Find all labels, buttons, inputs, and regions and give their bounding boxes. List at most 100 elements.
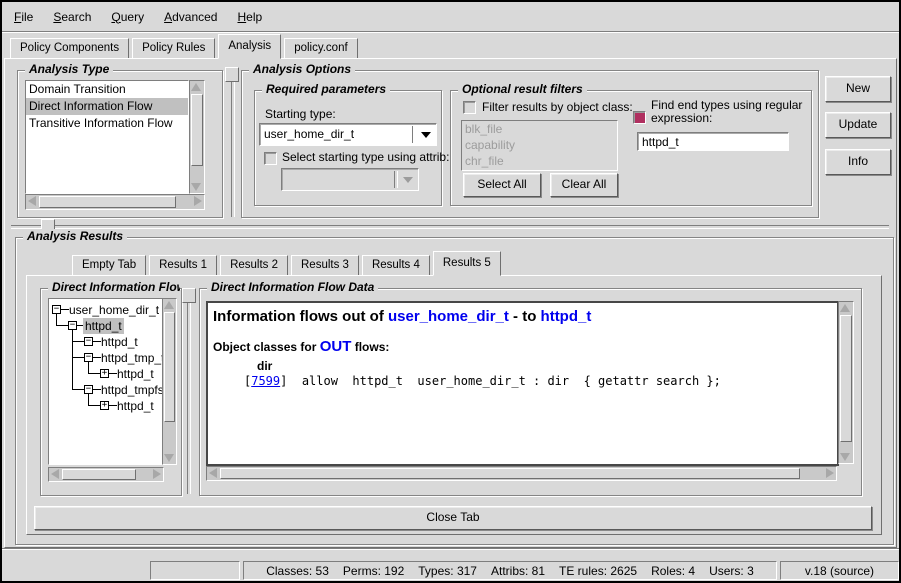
status-stats-box: Classes: 53 Perms: 192 Types: 317 Attrib… — [243, 561, 777, 580]
analysis-type-item[interactable]: Domain Transition — [26, 81, 188, 98]
flow-tree-title: Direct Information Flow Tree — [48, 280, 180, 294]
scroll-left-icon[interactable] — [207, 467, 219, 479]
menu-file[interactable]: File — [14, 10, 33, 24]
scroll-left-icon[interactable] — [26, 195, 38, 207]
flow-data-title: Direct Information Flow Data — [207, 280, 378, 294]
info-button[interactable]: Info — [825, 149, 891, 175]
scroll-left-icon[interactable] — [49, 468, 61, 480]
analysis-type-item-selected[interactable]: Direct Information Flow — [26, 98, 188, 115]
scrollbar-thumb[interactable] — [220, 468, 800, 479]
tab-results-1[interactable]: Results 1 — [149, 255, 217, 276]
flow-data-group: Direct Information Flow Data Information… — [199, 288, 862, 496]
scroll-down-icon[interactable] — [163, 452, 175, 464]
tree-node-label[interactable]: httpd_t — [115, 398, 156, 414]
menu-help[interactable]: Help — [237, 10, 262, 24]
scrollbar-thumb[interactable] — [164, 312, 175, 422]
analysis-type-hscrollbar[interactable] — [25, 194, 205, 210]
required-parameters-title: Required parameters — [262, 82, 390, 96]
pane-sash-handle[interactable] — [182, 288, 196, 303]
object-class-name: dir — [257, 359, 837, 373]
update-button[interactable]: Update — [825, 112, 891, 138]
scroll-right-icon[interactable] — [824, 467, 836, 479]
status-bar: Classes: 53 Perms: 192 Types: 317 Attrib… — [2, 548, 899, 581]
tab-policy-components[interactable]: Policy Components — [10, 38, 129, 59]
regex-checkbox[interactable] — [633, 111, 646, 124]
object-class-item: capability — [462, 137, 617, 153]
scroll-right-icon[interactable] — [192, 195, 204, 207]
main-tab-bar: Policy Components Policy Rules Analysis … — [10, 35, 361, 59]
filter-object-class-checkbox[interactable] — [463, 101, 476, 114]
tab-results-5[interactable]: Results 5 — [433, 251, 501, 276]
stat-te-rules: TE rules: 2625 — [559, 564, 637, 578]
pane-sash-handle[interactable] — [225, 67, 239, 82]
pane-sash-line — [231, 67, 235, 217]
tab-policy-rules[interactable]: Policy Rules — [132, 38, 215, 59]
menu-advanced[interactable]: Advanced — [164, 10, 217, 24]
optional-result-filters-group: Optional result filters Filter results b… — [450, 90, 812, 206]
close-tab-button[interactable]: Close Tab — [34, 506, 872, 530]
tree-expander-icon[interactable]: − — [52, 305, 61, 314]
chevron-down-icon — [403, 177, 413, 183]
data-hscrollbar[interactable] — [206, 466, 837, 481]
menu-query[interactable]: Query — [111, 10, 144, 24]
attrib-checkbox[interactable] — [264, 152, 277, 165]
tree-vscrollbar[interactable] — [162, 298, 177, 465]
tree-expander-icon[interactable]: − — [84, 353, 93, 362]
data-vscrollbar[interactable] — [838, 301, 854, 464]
starting-type-value: user_home_dir_t — [264, 126, 412, 143]
object-class-item: chr_file — [462, 153, 617, 169]
tree-expander-icon[interactable]: + — [100, 401, 109, 410]
analysis-results-group: Analysis Results Empty Tab Results 1 Res… — [15, 237, 894, 545]
new-button[interactable]: New — [825, 76, 891, 102]
tab-policy-conf[interactable]: policy.conf — [284, 38, 357, 59]
tree-expander-icon[interactable]: − — [84, 337, 93, 346]
starting-type-combobox[interactable]: user_home_dir_t — [259, 123, 437, 146]
clear-all-button[interactable]: Clear All — [550, 173, 618, 197]
starting-type-label: Starting type: — [265, 107, 336, 121]
tree-node-label[interactable]: httpd_tmp_t — [99, 350, 163, 366]
tab-results-2[interactable]: Results 2 — [220, 255, 288, 276]
rule-id-link[interactable]: 7599 — [251, 374, 280, 388]
tab-results-4[interactable]: Results 4 — [362, 255, 430, 276]
tab-results-3[interactable]: Results 3 — [291, 255, 359, 276]
tree-node-label[interactable]: httpd_t — [115, 366, 156, 382]
scroll-up-icon[interactable] — [190, 81, 202, 93]
filter-object-class-label: Filter results by object class: — [482, 100, 633, 114]
stat-types: Types: 317 — [418, 564, 477, 578]
status-empty-box — [150, 561, 240, 580]
scroll-up-icon[interactable] — [839, 302, 851, 314]
analysis-options-group: Analysis Options Required parameters Sta… — [241, 70, 819, 218]
chevron-down-icon — [421, 132, 431, 138]
analysis-type-vscrollbar[interactable] — [189, 80, 205, 194]
tree-hscrollbar[interactable] — [48, 467, 164, 482]
regex-input[interactable] — [637, 132, 789, 151]
tree-node-label[interactable]: user_home_dir_t — [67, 302, 161, 318]
scrollbar-thumb[interactable] — [191, 94, 203, 166]
stat-roles: Roles: 4 — [651, 564, 695, 578]
scrollbar-thumb[interactable] — [62, 469, 136, 480]
analysis-type-item[interactable]: Transitive Information Flow — [26, 115, 188, 132]
tree-expander-icon[interactable]: − — [68, 321, 77, 330]
tree-expander-icon[interactable]: − — [84, 385, 93, 394]
attrib-checkbox-label: Select starting type using attrib: — [282, 150, 449, 164]
tree-node-label[interactable]: httpd_tmpfs_t — [99, 382, 163, 398]
scrollbar-thumb[interactable] — [39, 196, 176, 208]
select-all-button[interactable]: Select All — [463, 173, 541, 197]
tree-expander-icon[interactable]: + — [100, 369, 109, 378]
tree-node-label-selected[interactable]: httpd_t — [83, 318, 124, 334]
stat-attribs: Attribs: 81 — [491, 564, 545, 578]
tree-node-label[interactable]: httpd_t — [99, 334, 140, 350]
scroll-right-icon[interactable] — [151, 468, 163, 480]
tab-analysis[interactable]: Analysis — [218, 34, 281, 59]
menu-search[interactable]: Search — [53, 10, 91, 24]
analysis-options-title: Analysis Options — [249, 62, 355, 76]
attrib-combobox-value — [286, 171, 394, 188]
scroll-up-icon[interactable] — [163, 299, 175, 311]
scroll-down-icon[interactable] — [839, 451, 851, 463]
version-label: v.18 (source) — [805, 564, 874, 578]
results-tab-bar: Empty Tab Results 1 Results 2 Results 3 … — [72, 252, 504, 276]
tab-empty-tab[interactable]: Empty Tab — [72, 255, 146, 276]
scroll-down-icon[interactable] — [190, 181, 202, 193]
scrollbar-thumb[interactable] — [840, 315, 852, 442]
object-class-listbox-disabled: blk_file capability chr_file — [461, 120, 618, 171]
